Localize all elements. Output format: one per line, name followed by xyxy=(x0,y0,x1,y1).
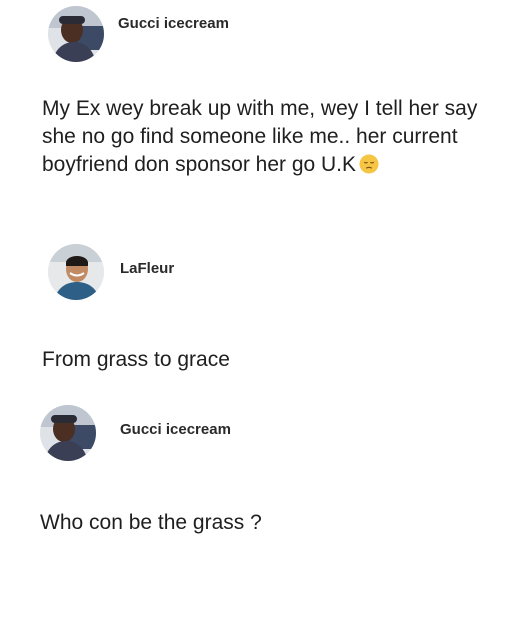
author-avatar[interactable] xyxy=(40,405,96,461)
profile-photo-icon xyxy=(48,244,104,300)
author-avatar[interactable] xyxy=(48,244,104,300)
post-original: Gucci icecream My Ex wey break up with m… xyxy=(0,0,523,220)
profile-photo-icon xyxy=(48,6,104,62)
post-text: My Ex wey break up with me, wey I tell h… xyxy=(42,97,478,176)
profile-photo-icon xyxy=(40,405,96,461)
author-name[interactable]: Gucci icecream xyxy=(120,421,231,438)
post-body: Who con be the grass ? xyxy=(40,511,262,534)
reply-post: Gucci icecream Who con be the grass ? xyxy=(0,400,523,560)
author-avatar[interactable] xyxy=(48,6,104,62)
post-body: From grass to grace xyxy=(42,348,230,371)
author-name[interactable]: LaFleur xyxy=(120,260,174,277)
reply-post: LaFleur From grass to grace xyxy=(0,240,523,380)
author-name[interactable]: Gucci icecream xyxy=(118,15,229,32)
pensive-face-icon xyxy=(359,154,379,174)
post-body: My Ex wey break up with me, wey I tell h… xyxy=(42,95,512,179)
